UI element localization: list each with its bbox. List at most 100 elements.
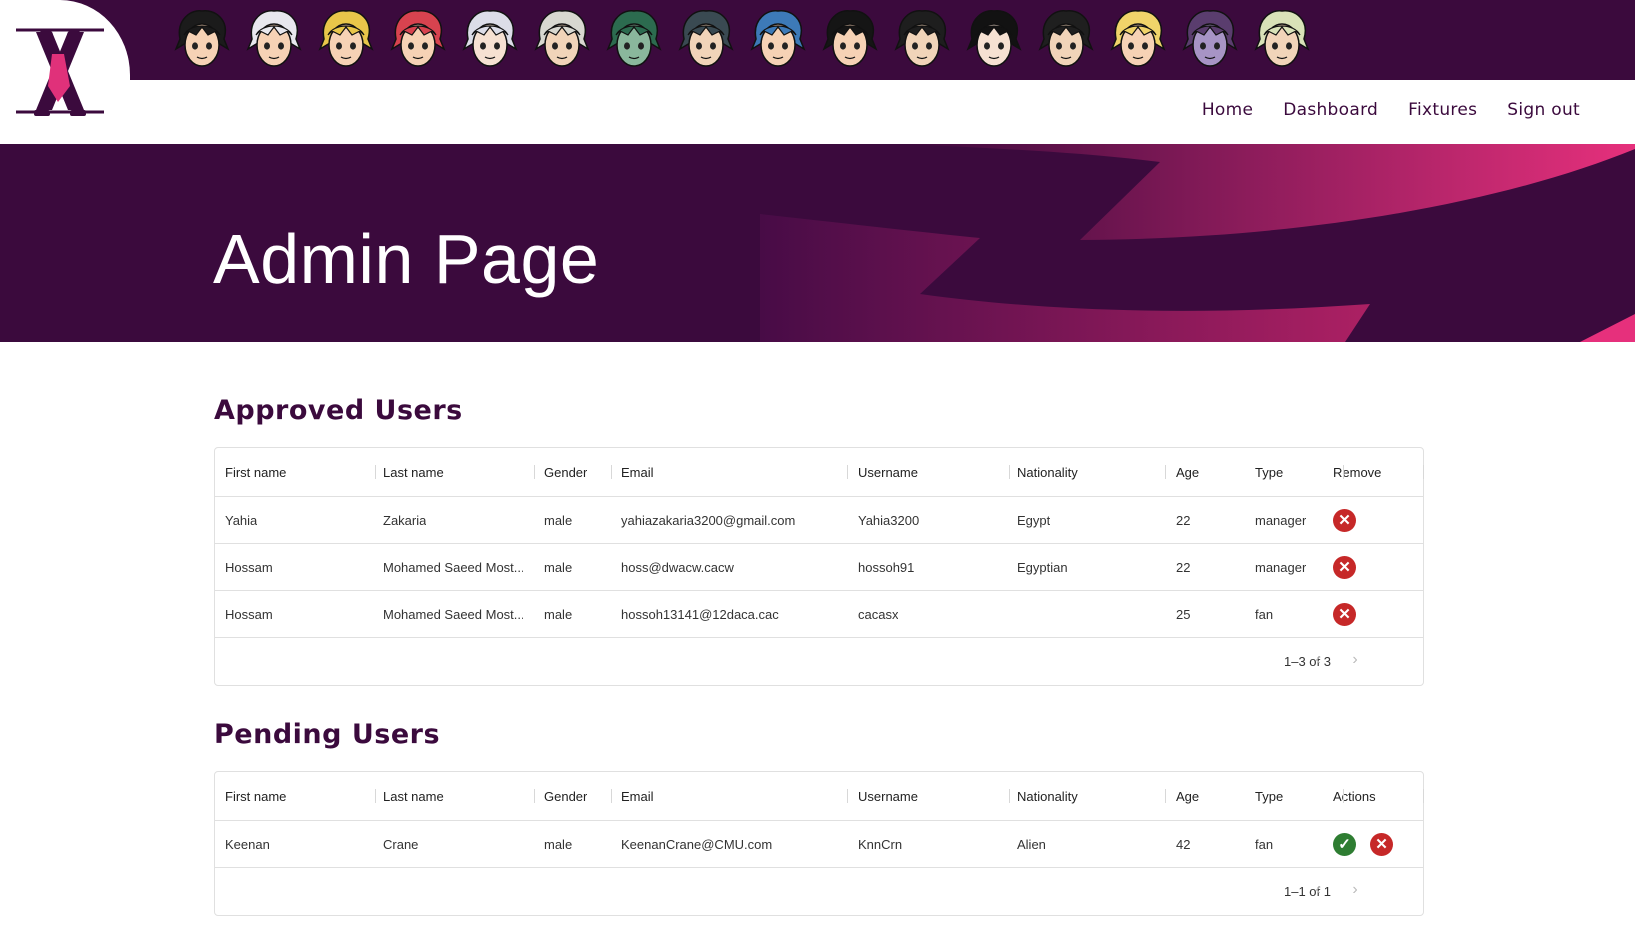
column-header[interactable]: Gender xyxy=(544,448,587,496)
table-cell: Zakaria xyxy=(383,512,427,528)
column-header[interactable]: Username xyxy=(858,772,918,820)
row-actions: ✓ ✕ xyxy=(1333,821,1393,867)
navbar: Home Dashboard Fixtures Sign out xyxy=(0,80,1635,144)
previous-page-chevron-icon[interactable]: ‹ xyxy=(1308,880,1328,900)
chrollo-avatar-icon xyxy=(822,10,878,67)
table-cell: cacasx xyxy=(858,606,899,622)
column-separator[interactable] xyxy=(847,465,848,479)
column-header[interactable]: Age xyxy=(1176,772,1199,820)
leorio-avatar-icon xyxy=(1038,10,1094,67)
column-header[interactable]: Remove xyxy=(1333,448,1381,496)
table-cell: male xyxy=(544,559,573,575)
shaiapouf-avatar-icon xyxy=(1254,10,1310,67)
character-avatar-strip xyxy=(172,9,1312,71)
remove-x-icon[interactable]: ✕ xyxy=(1370,832,1393,856)
column-header[interactable]: Type xyxy=(1255,448,1283,496)
column-header[interactable]: Last name xyxy=(383,772,444,820)
table-cell: 22 xyxy=(1176,559,1191,575)
column-header[interactable]: First name xyxy=(225,772,286,820)
table-cell: Hossam xyxy=(225,606,273,622)
previous-page-chevron-icon[interactable]: ‹ xyxy=(1308,650,1328,670)
hisoka-avatar-icon xyxy=(390,10,446,67)
ging-avatar-icon xyxy=(678,10,734,67)
column-separator[interactable] xyxy=(534,465,535,479)
table-cell: male xyxy=(544,836,573,852)
netero-avatar-icon xyxy=(534,10,590,67)
table-row[interactable]: Hossam Mohamed Saeed Most... male hoss@dwac… xyxy=(215,544,1423,591)
column-header[interactable]: Username xyxy=(858,448,918,496)
row-actions: ✕ xyxy=(1333,544,1356,590)
table-cell: hossoh13141@12daca.cac xyxy=(621,606,779,622)
column-separator[interactable] xyxy=(375,789,376,803)
column-separator[interactable] xyxy=(1423,789,1424,803)
column-separator[interactable] xyxy=(1343,789,1344,803)
row-actions: ✕ xyxy=(1333,497,1356,543)
killua-avatar-icon xyxy=(246,10,302,67)
column-separator[interactable] xyxy=(611,465,612,479)
column-separator[interactable] xyxy=(1423,465,1424,479)
feitan-avatar-icon xyxy=(894,10,950,67)
table-cell: 25 xyxy=(1176,606,1191,622)
table-footer: 1–3 of 3 ‹ › xyxy=(215,638,1423,685)
pending-users-table: First name Last name Gender Email Username Na… xyxy=(214,771,1424,916)
table-row[interactable]: Hossam Mohamed Saeed Most... male hossoh131… xyxy=(215,591,1423,638)
column-separator[interactable] xyxy=(1165,789,1166,803)
table-cell: male xyxy=(544,512,573,528)
table-cell: manager xyxy=(1255,512,1307,528)
column-header[interactable]: Actions xyxy=(1333,772,1376,820)
column-header[interactable]: First name xyxy=(225,448,286,496)
column-header[interactable]: Age xyxy=(1176,448,1199,496)
table-cell: Keenan xyxy=(225,836,270,852)
table-cell: Hossam xyxy=(225,559,273,575)
table-cell: manager xyxy=(1255,559,1307,575)
nav-links: Home Dashboard Fixtures Sign out xyxy=(1202,100,1580,120)
meruem-avatar-icon xyxy=(606,10,662,67)
table-cell: Mohamed Saeed Most... xyxy=(383,559,523,575)
illumi-avatar-icon xyxy=(966,10,1022,67)
table-cell: hoss@dwacw.cacw xyxy=(621,559,734,575)
column-separator[interactable] xyxy=(1009,465,1010,479)
column-separator[interactable] xyxy=(1343,465,1344,479)
column-header[interactable]: Last name xyxy=(383,448,444,496)
column-header[interactable]: Type xyxy=(1255,772,1283,820)
table-cell: 42 xyxy=(1176,836,1191,852)
approve-check-icon[interactable]: ✓ xyxy=(1333,832,1356,856)
nav-dashboard-link[interactable]: Dashboard xyxy=(1283,100,1378,120)
column-separator[interactable] xyxy=(847,789,848,803)
remove-x-icon[interactable]: ✕ xyxy=(1333,555,1356,579)
table-cell: male xyxy=(544,606,573,622)
remove-x-icon[interactable]: ✕ xyxy=(1333,508,1356,532)
logo-icon xyxy=(16,28,104,116)
table-footer: 1–1 of 1 ‹ › xyxy=(215,868,1423,915)
nav-home-link[interactable]: Home xyxy=(1202,100,1253,120)
table-row[interactable]: Yahia Zakaria male yahiazakaria3200@gmail.c… xyxy=(215,497,1423,544)
nav-sign-out-link[interactable]: Sign out xyxy=(1507,100,1580,120)
remove-x-icon[interactable]: ✕ xyxy=(1333,602,1356,626)
table-header: First name Last name Gender Email Username Na… xyxy=(215,448,1424,497)
table-cell: Egyptian xyxy=(1017,559,1068,575)
pariston-avatar-icon xyxy=(750,10,806,67)
table-cell: 22 xyxy=(1176,512,1191,528)
column-header[interactable]: Email xyxy=(621,772,654,820)
table-cell: KnnCrn xyxy=(858,836,903,852)
approved-users-heading: Approved Users xyxy=(214,395,463,426)
nav-fixtures-link[interactable]: Fixtures xyxy=(1408,100,1477,120)
column-header[interactable]: Nationality xyxy=(1017,448,1078,496)
column-separator[interactable] xyxy=(375,465,376,479)
column-separator[interactable] xyxy=(1009,789,1010,803)
next-page-chevron-icon[interactable]: › xyxy=(1345,880,1365,900)
next-page-chevron-icon[interactable]: › xyxy=(1345,650,1365,670)
column-header[interactable]: Gender xyxy=(544,772,587,820)
gon-avatar-icon xyxy=(174,10,230,67)
table-cell: yahiazakaria3200@gmail.com xyxy=(621,512,796,528)
table-header: First name Last name Gender Email Username Na… xyxy=(215,772,1424,821)
table-cell: Egypt xyxy=(1017,512,1051,528)
hero-banner: Admin Page xyxy=(0,144,1635,342)
table-row[interactable]: Keenan Crane male KeenanCrane@CMU.com KnnCrn… xyxy=(215,821,1423,868)
column-header[interactable]: Nationality xyxy=(1017,772,1078,820)
column-header[interactable]: Email xyxy=(621,448,654,496)
page-title: Admin Page xyxy=(213,220,600,298)
column-separator[interactable] xyxy=(534,789,535,803)
column-separator[interactable] xyxy=(611,789,612,803)
column-separator[interactable] xyxy=(1165,465,1166,479)
